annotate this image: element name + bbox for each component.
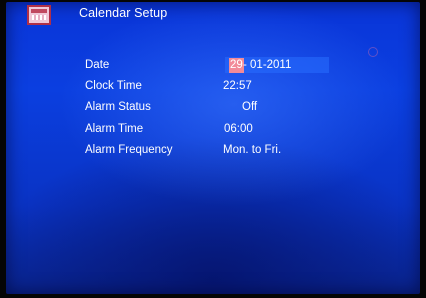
alarm-frequency-value[interactable]: Mon. to Fri. — [223, 144, 281, 156]
setting-row-clock-time[interactable]: Clock Time 22:57 — [0, 78, 426, 95]
date-day-field[interactable]: 29 — [229, 58, 244, 73]
alarm-frequency-label: Alarm Frequency — [85, 144, 173, 156]
setting-row-alarm-time[interactable]: Alarm Time 06:00 — [0, 121, 426, 138]
setting-row-date[interactable]: Date 29 - 01-2011 — [0, 57, 426, 74]
date-month-year-value[interactable]: - 01-2011 — [243, 59, 291, 71]
alarm-time-label: Alarm Time — [85, 123, 144, 135]
calendar-icon — [27, 5, 51, 25]
alarm-status-label: Alarm Status — [85, 101, 151, 113]
clock-time-label: Clock Time — [85, 80, 142, 92]
alarm-time-value[interactable]: 06:00 — [224, 123, 253, 135]
clock-time-value[interactable]: 22:57 — [223, 80, 252, 92]
watermark-icon — [368, 47, 378, 57]
setting-row-alarm-status[interactable]: Alarm Status Off — [0, 99, 426, 116]
setting-row-alarm-frequency[interactable]: Alarm Frequency Mon. to Fri. — [0, 142, 426, 159]
page-title: Calendar Setup — [79, 6, 168, 20]
screen: Calendar Setup Date 29 - 01-2011 Clock T… — [0, 0, 426, 298]
alarm-status-value[interactable]: Off — [242, 101, 257, 113]
date-label: Date — [85, 59, 110, 71]
